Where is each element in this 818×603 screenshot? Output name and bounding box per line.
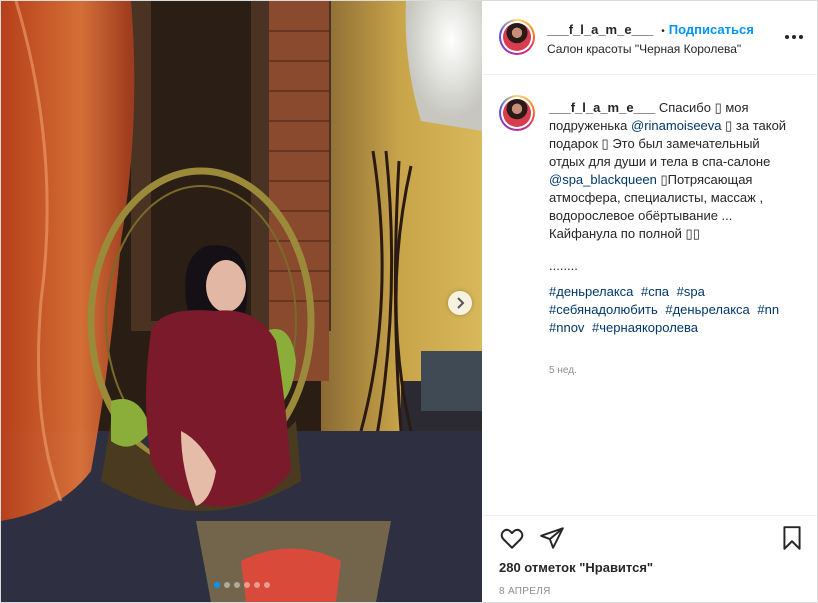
carousel-dot [213,582,220,588]
carousel-indicator [1,582,482,588]
photo-illustration [1,1,482,602]
hashtag-link[interactable]: #spa [677,284,705,299]
caption-avatar[interactable] [499,95,535,131]
caption-dots: ........ [549,258,578,273]
follow-button[interactable]: Подписаться [669,22,754,37]
post-sidebar: ___f_l_a_m_e___ • Подписаться Салон красот… [483,1,817,602]
carousel-dot [233,582,240,588]
hashtag-link[interactable]: #себянадолюбить [549,302,658,317]
post-actions: 280 отметок "Нравится" 8 АПРЕЛЯ [483,515,817,602]
mention-link[interactable]: @spa_blackqueen [549,172,657,187]
carousel-dot [253,582,260,588]
bookmark-icon[interactable] [779,525,805,551]
hashtag-list: #деньрелакса #спа #spa #себянадолюбить #… [549,283,799,337]
post-photo[interactable] [1,1,482,602]
hashtag-link[interactable]: #nnov [549,320,584,335]
hashtag-link[interactable]: #деньрелакса [665,302,749,317]
heart-icon[interactable] [499,525,525,551]
hashtag-link[interactable]: #спа [641,284,669,299]
post-header: ___f_l_a_m_e___ • Подписаться Салон красот… [483,1,817,75]
carousel-dot [223,582,230,588]
comments-section: ___f_l_a_m_e___ Спасибо ▯ моя подруженьк… [483,75,817,515]
hashtag-link[interactable]: #чернаякоролева [592,320,698,335]
author-username[interactable]: ___f_l_a_m_e___ [547,22,653,37]
location-link[interactable]: Салон красоты "Черная Королева" [547,42,741,56]
post-date: 8 АПРЕЛЯ [499,586,551,597]
carousel-dot [263,582,270,588]
carousel-dot [243,582,250,588]
caption-time[interactable]: 5 нед. [549,365,577,376]
likes-count[interactable]: 280 отметок "Нравится" [499,560,653,575]
separator: • [661,26,665,37]
next-photo-button[interactable] [448,291,472,315]
author-avatar[interactable] [499,19,535,55]
caption-username[interactable]: ___f_l_a_m_e___ [549,100,655,115]
post-dialog: ___f_l_a_m_e___ • Подписаться Салон красот… [0,0,818,603]
mention-link[interactable]: @rinamoiseeva [631,118,722,133]
hashtag-link[interactable]: #nn [757,302,779,317]
more-options-icon[interactable] [783,29,805,45]
post-caption: ___f_l_a_m_e___ Спасибо ▯ моя подруженьк… [549,99,799,337]
chevron-right-icon [457,297,465,309]
hashtag-link[interactable]: #деньрелакса [549,284,633,299]
share-icon[interactable] [539,525,565,551]
